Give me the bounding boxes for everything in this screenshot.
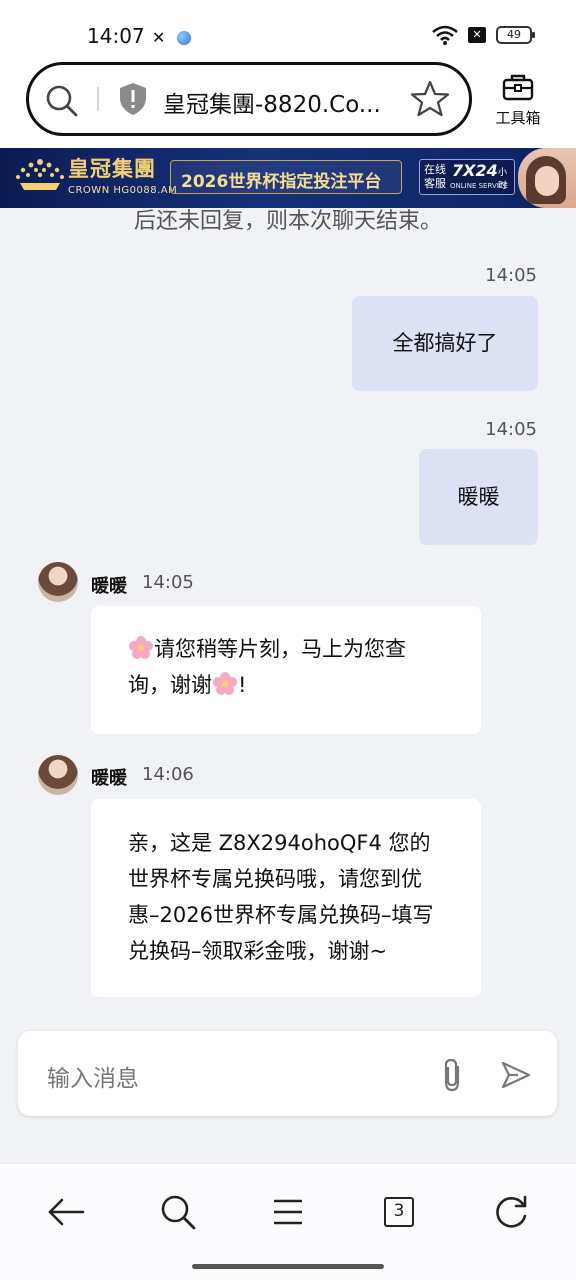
message-input-box[interactable]: 输入消息 [18,1031,557,1116]
banner-slogan: 2026世界杯指定投注平台 [181,172,382,192]
ad-banner[interactable]: 皇冠集團 CROWN HG0088.AM 2026世界杯指定投注平台 在线客服 … [0,148,576,208]
app-dot-icon [177,30,192,45]
message-time: 14:05 [485,419,537,440]
avatar[interactable] [38,562,78,602]
tabs-button[interactable]: 3 [379,1192,419,1232]
toolbox-button[interactable]: 工具箱 [490,72,546,128]
brand-name: 皇冠集團 [68,156,156,181]
home-indicator[interactable] [192,1264,384,1269]
browser-toolbar: 皇冠集團-8820.Co... 工具箱 [0,60,576,148]
message-text: 请您稍等片刻，马上为您查询，谢谢 [128,637,406,697]
attachment-icon[interactable] [439,1057,465,1093]
message-time: 14:05 [142,572,194,593]
shield-icon[interactable] [118,82,148,116]
status-bar: 14:07 ✕ ✕ 49 [0,0,576,60]
message-text-end: ! [238,673,247,697]
back-arrow-icon[interactable] [46,1192,86,1232]
avatar[interactable] [38,755,78,795]
incoming-message[interactable]: 亲，这是 Z8X294ohoQF4 您的世界杯专属兑换码哦，请您到优惠–2026… [91,799,481,997]
status-time: 14:07 [87,24,145,48]
system-notice: 后还未回复，则本次聊天结束。 [133,209,442,234]
star-icon[interactable] [410,79,450,119]
cherry-blossom-icon [213,672,237,695]
banner-model-image [518,148,576,208]
crown-logo-icon [16,159,64,190]
sim-off-icon: ✕ [468,27,486,43]
search-icon[interactable] [158,1192,198,1232]
outgoing-message[interactable]: 全都搞好了 [352,296,538,391]
outgoing-message[interactable]: 暖暖 [419,449,538,545]
address-divider [97,87,99,111]
message-time: 14:05 [485,265,537,286]
battery-level: 49 [507,28,521,41]
brand-domain: CROWN HG0088.AM [68,185,178,196]
search-icon[interactable] [44,83,80,119]
slogan-box: 2026世界杯指定投注平台 [170,160,402,194]
browser-bottom-nav: 3 [0,1163,576,1280]
service-hours: 7X24 [452,161,498,180]
message-time: 14:06 [142,764,194,785]
chat-thread[interactable]: 后还未回复，则本次聊天结束。 14:05 全都搞好了 14:05 暖暖 暖暖 1… [0,208,576,1030]
nfc-icon: ✕ [152,28,166,47]
refresh-icon[interactable] [491,1192,531,1232]
message-input[interactable]: 输入消息 [47,1059,139,1093]
toolbox-label: 工具箱 [495,109,541,127]
sender-name: 暖暖 [91,768,127,789]
incoming-message[interactable]: 请您稍等片刻，马上为您查询，谢谢 ! [91,606,481,734]
battery-icon: 49 [496,26,535,44]
sender-name: 暖暖 [91,576,127,597]
address-bar[interactable]: 皇冠集團-8820.Co... [26,62,472,136]
status-notification-icons: ✕ [152,28,192,47]
wifi-icon [432,25,458,45]
menu-icon[interactable] [268,1192,308,1232]
send-icon[interactable] [500,1059,532,1091]
toolbox-icon [502,74,534,101]
tab-count: 3 [384,1197,414,1227]
page-title[interactable]: 皇冠集團-8820.Co... [163,85,381,119]
online-service-badge: 在线客服 7X24 小时 ONLINE SERVICE [419,159,515,195]
service-label: 在线客服 [424,163,446,190]
status-system-icons: ✕ 49 [432,25,535,45]
service-english: ONLINE SERVICE [450,182,509,190]
cherry-blossom-icon [129,636,153,659]
